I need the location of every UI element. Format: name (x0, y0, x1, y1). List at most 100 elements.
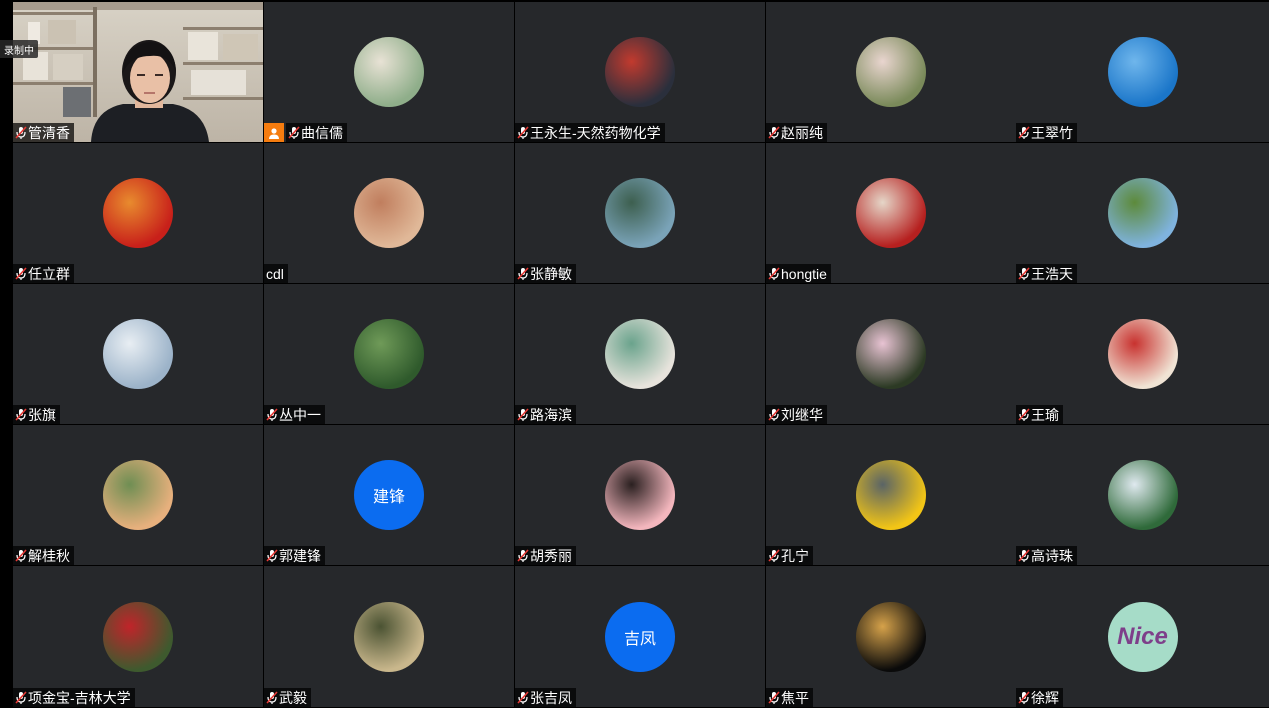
participant-name: 张旗 (28, 406, 56, 423)
participant-tile[interactable]: 建锋郭建锋 (264, 425, 514, 565)
participant-nameplate: 丛中一 (264, 405, 325, 424)
participant-tile[interactable]: 吉凤张吉凤 (515, 566, 765, 707)
participant-tile[interactable]: 胡秀丽 (515, 425, 765, 565)
participant-nameplate: 王瑜 (1016, 405, 1063, 424)
mic-muted-icon (1018, 125, 1030, 139)
avatar-label: Nice (1117, 622, 1168, 650)
participant-avatar (856, 178, 926, 248)
participant-avatar (354, 319, 424, 389)
participant-tile[interactable]: Nice 徐辉 (1016, 566, 1269, 707)
participant-name: 焦平 (781, 689, 809, 706)
participant-nameplate: 武毅 (264, 688, 311, 707)
participant-nameplate: 孔宁 (766, 546, 813, 565)
participant-tile[interactable]: 王永生-天然药物化学 (515, 2, 765, 142)
participant-avatar (1107, 178, 1178, 248)
participant-tile[interactable]: 高诗珠 (1016, 425, 1269, 565)
mic-muted-icon (517, 407, 529, 421)
participant-nameplate: 曲信儒 (286, 123, 347, 142)
participant-tile[interactable]: 张静敏 (515, 143, 765, 283)
recording-badge: 录制中 (0, 40, 38, 58)
participant-avatar (103, 319, 173, 389)
participant-avatar (605, 460, 675, 530)
participant-nameplate: cdl (264, 264, 288, 283)
video-grid: 管清香 曲信儒 王永生-天然药物化学 赵丽纯 王翠竹 任立群 cdl 张静敏 hongtie 王… (0, 0, 1269, 707)
participant-avatar (103, 601, 173, 672)
participant-tile[interactable]: 武毅 (264, 566, 514, 707)
participant-tile[interactable]: 丛中一 (264, 284, 514, 424)
mic-muted-icon (15, 548, 27, 562)
participant-tile[interactable]: 王瑜 (1016, 284, 1269, 424)
avatar-initials: 吉凤 (623, 630, 656, 648)
participant-avatar (856, 460, 926, 530)
mic-muted-icon (768, 690, 780, 704)
participant-name: 武毅 (279, 689, 307, 706)
participant-nameplate: 赵丽纯 (766, 123, 827, 142)
mic-muted-icon (15, 125, 27, 139)
participant-tile[interactable]: 项金宝-吉林大学 (13, 566, 263, 707)
participant-name: 刘继华 (781, 406, 823, 423)
participant-tile[interactable]: 刘继华 (766, 284, 1016, 424)
participant-name: 王瑜 (1031, 406, 1059, 423)
participant-name: 赵丽纯 (781, 124, 823, 141)
mic-muted-icon (517, 266, 529, 280)
mic-muted-icon (768, 548, 780, 562)
participant-name: 项金宝-吉林大学 (28, 689, 131, 706)
participant-nameplate: 张静敏 (515, 264, 576, 283)
participant-name: 徐辉 (1031, 689, 1059, 706)
host-video (13, 2, 263, 142)
recording-label: 录制中 (4, 45, 34, 57)
participant-tile[interactable]: hongtie (766, 143, 1016, 283)
participant-tile[interactable]: 王浩天 (1016, 143, 1269, 283)
participant-avatar (1107, 460, 1178, 530)
participant-tile[interactable]: 孔宁 (766, 425, 1016, 565)
mic-muted-icon (1018, 548, 1030, 562)
participant-tile[interactable]: cdl (264, 143, 514, 283)
participant-nameplate: 张吉凤 (515, 688, 576, 707)
participant-tile[interactable]: 张旗 (13, 284, 263, 424)
participant-nameplate: 项金宝-吉林大学 (13, 688, 135, 707)
participant-name: 郭建锋 (279, 547, 321, 564)
participant-tile[interactable]: 任立群 (13, 143, 263, 283)
participant-tile-host[interactable]: 管清香 (13, 2, 263, 142)
participant-name: 路海滨 (530, 406, 572, 423)
participant-avatar: 建锋 (354, 460, 424, 530)
participant-nameplate: 刘继华 (766, 405, 827, 424)
participant-name: 高诗珠 (1031, 547, 1073, 564)
host-nameplate: 管清香 (13, 123, 74, 142)
participant-tile[interactable]: 赵丽纯 (766, 2, 1016, 142)
participant-name: 张静敏 (530, 265, 572, 282)
host-video-frame (13, 2, 263, 142)
participant-tile[interactable]: 路海滨 (515, 284, 765, 424)
participant-nameplate: 焦平 (766, 688, 813, 707)
participant-tile[interactable]: 曲信儒 (264, 2, 514, 142)
mic-muted-icon (15, 407, 27, 421)
participant-avatar (856, 319, 926, 389)
mic-muted-icon (768, 407, 780, 421)
participant-tile[interactable]: 解桂秋 (13, 425, 263, 565)
participant-name: 孔宁 (781, 547, 809, 564)
participant-name: 王翠竹 (1031, 124, 1073, 141)
participant-avatar (103, 460, 173, 530)
participant-avatar (354, 37, 424, 107)
participant-nameplate: 路海滨 (515, 405, 576, 424)
mic-muted-icon (517, 690, 529, 704)
mic-muted-icon (768, 266, 780, 280)
mic-muted-icon (266, 690, 278, 704)
mic-muted-icon (1018, 690, 1030, 704)
participant-nameplate: 王永生-天然药物化学 (515, 123, 665, 142)
mic-muted-icon (517, 548, 529, 562)
participant-nameplate: 王浩天 (1016, 264, 1077, 283)
avatar-initials: 建锋 (372, 489, 405, 506)
participant-name: cdl (266, 265, 284, 282)
participant-nameplate: 解桂秋 (13, 546, 74, 565)
person-icon (269, 127, 279, 139)
participant-avatar (1107, 37, 1178, 107)
participant-tile[interactable]: 王翠竹 (1016, 2, 1269, 142)
participant-avatar: 吉凤 (605, 601, 675, 672)
mic-muted-icon (288, 125, 300, 139)
mic-muted-icon (15, 266, 27, 280)
participant-name: 丛中一 (279, 406, 321, 423)
participant-tile[interactable]: 焦平 (766, 566, 1016, 707)
mic-muted-icon (768, 125, 780, 139)
participant-nameplate: 任立群 (13, 264, 74, 283)
